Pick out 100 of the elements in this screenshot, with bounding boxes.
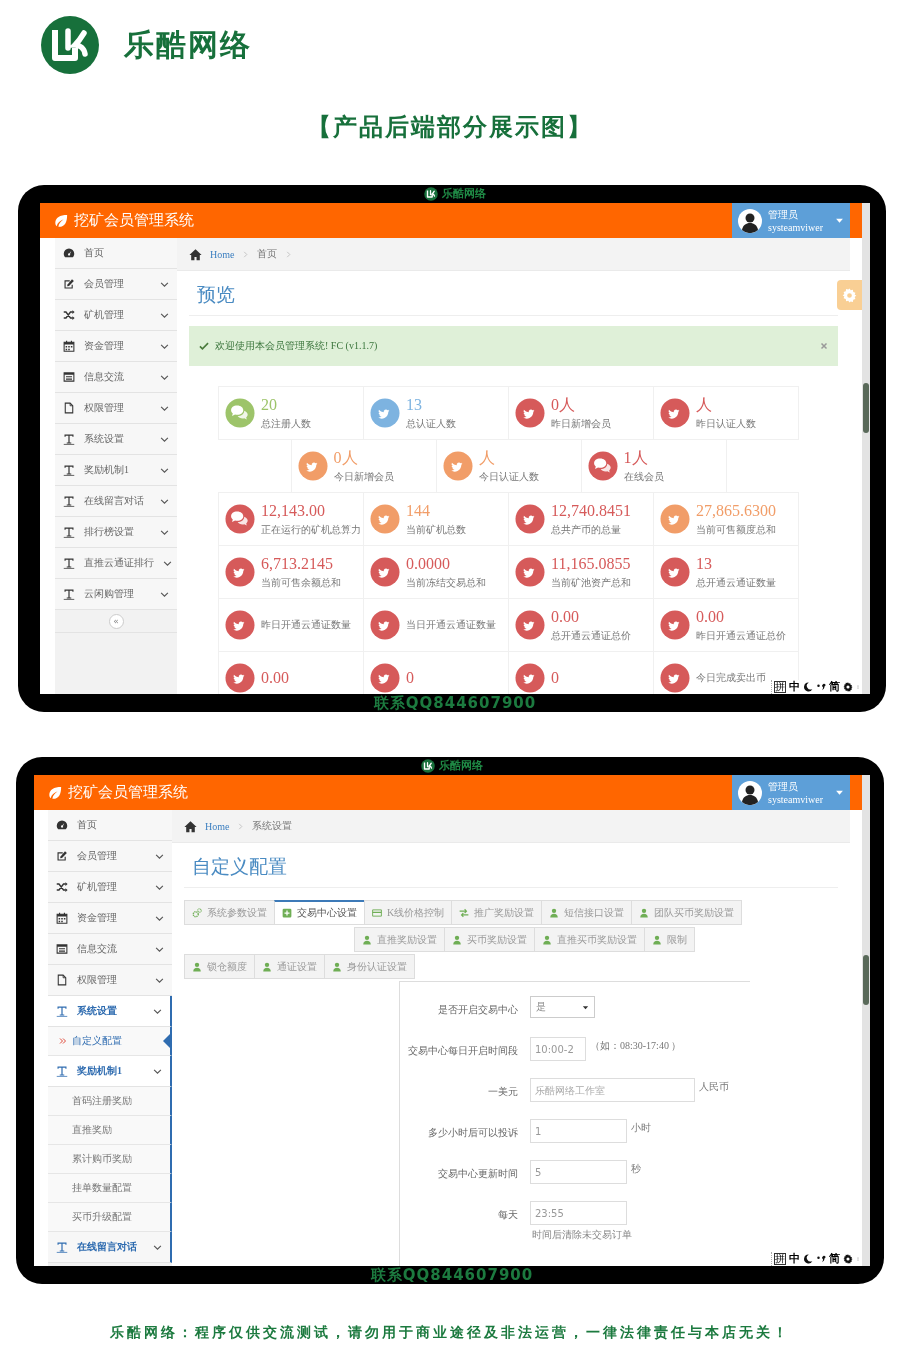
- scrollbar[interactable]: [862, 203, 870, 694]
- list-icon: [63, 371, 75, 383]
- stat-label: 昨日开通云通证数量: [261, 618, 351, 632]
- moon-icon[interactable]: [803, 682, 813, 692]
- stat-value: 6,713.2145: [261, 554, 334, 573]
- home-icon[interactable]: [189, 247, 202, 261]
- moon-icon[interactable]: [803, 1254, 813, 1264]
- user-menu[interactable]: 管理员 systeamviwer: [732, 775, 850, 810]
- stat-label: 正在运行的矿机总算力: [261, 522, 361, 537]
- text-icon: [56, 1065, 68, 1077]
- input-field[interactable]: 10:00-2: [530, 1037, 586, 1061]
- sidebar-item[interactable]: 在线留言对话: [55, 486, 177, 517]
- sidebar-subitem[interactable]: 买币升级配置: [48, 1203, 172, 1232]
- home-icon[interactable]: [184, 819, 197, 833]
- form-label: 一美元: [487, 1085, 518, 1099]
- user-menu[interactable]: 管理员 systeamviwer: [732, 203, 850, 238]
- caret-icon: [835, 216, 844, 225]
- sidebar-item[interactable]: 在线留言对话: [48, 1232, 172, 1263]
- stat-value: 12,740.8451: [551, 501, 631, 520]
- stat-label: 总注册人数: [261, 416, 311, 431]
- avatar-icon: [738, 780, 762, 805]
- stat-label: 总开通云通证总价: [551, 628, 631, 643]
- sidebar-item[interactable]: 排行榜设置: [55, 517, 177, 548]
- sidebar-subitem[interactable]: 挂单数量配置: [48, 1174, 172, 1203]
- sidebar-item[interactable]: 资金管理: [48, 903, 172, 934]
- stat-value: 0: [551, 669, 559, 687]
- ime-key[interactable]: 拼: [774, 1253, 786, 1265]
- input-field[interactable]: 5: [530, 1160, 627, 1184]
- sidebar-item[interactable]: 矿机管理: [48, 872, 172, 903]
- sidebar-item[interactable]: 系统设置: [48, 996, 172, 1027]
- breadcrumb-link[interactable]: Home: [205, 820, 230, 832]
- breadcrumb-link[interactable]: Home: [210, 248, 235, 260]
- sidebar-item[interactable]: 系统设置: [55, 424, 177, 455]
- select-field[interactable]: 是: [530, 996, 595, 1018]
- edit-icon: [56, 850, 68, 862]
- app-title: 挖矿会员管理系统: [74, 211, 195, 230]
- sidebar-item[interactable]: 权限管理: [48, 965, 172, 996]
- logo-icon: [421, 759, 435, 773]
- breadcrumb-item: 首页: [257, 247, 278, 261]
- sidebar-subitem[interactable]: 自定义配置: [48, 1027, 172, 1056]
- sidebar-item[interactable]: 首页: [55, 238, 177, 269]
- input-field[interactable]: 23:55: [530, 1201, 627, 1225]
- form-label: 交易中心更新时间: [437, 1167, 518, 1181]
- sidebar-item[interactable]: 资金管理: [55, 331, 177, 362]
- app-title: 挖矿会员管理系统: [68, 783, 189, 802]
- stat-label: 当前可售额度总和: [696, 522, 776, 537]
- sidebar-item[interactable]: 信息交流: [55, 362, 177, 393]
- sidebar-item[interactable]: 会员管理: [48, 841, 172, 872]
- sidebar-item[interactable]: 直推云通证排行: [55, 548, 177, 579]
- sidebar-item[interactable]: 奖励机制1: [55, 455, 177, 486]
- stat-value: 27,865.6300: [696, 501, 776, 520]
- arrows-icon: [459, 907, 470, 918]
- stat-label: 昨日开通云通证总价: [696, 628, 786, 643]
- settings-icon[interactable]: [843, 682, 853, 692]
- form-label: 每天: [497, 1208, 518, 1222]
- stat-label: 当前矿机总数: [406, 522, 466, 537]
- sidebar-item[interactable]: 奖励机制1: [48, 1056, 172, 1087]
- sidebar-item[interactable]: 矿机管理: [55, 300, 177, 331]
- punctuation-icon[interactable]: [816, 1254, 826, 1264]
- user-icon: [362, 934, 372, 945]
- stat-value: 0.00: [551, 607, 580, 626]
- edit-icon: [63, 278, 75, 290]
- stat-label: 总开通云通证数量: [696, 575, 776, 590]
- sidebar-item[interactable]: 云闲购管理: [55, 579, 177, 610]
- input-field[interactable]: 乐酷网络工作室: [530, 1078, 695, 1102]
- ime-label[interactable]: 中: [789, 1253, 800, 1265]
- ime-label[interactable]: 中: [789, 681, 800, 693]
- page-title: 自定义配置: [192, 855, 288, 879]
- pointer-icon: [163, 1033, 170, 1049]
- scrollbar-thumb[interactable]: [863, 383, 869, 433]
- caret-icon: [582, 1003, 589, 1011]
- sidebar-item[interactable]: 首页: [48, 810, 172, 841]
- scrollbar[interactable]: [862, 775, 870, 1266]
- text-icon: [63, 433, 75, 445]
- logo-icon: [40, 15, 100, 75]
- stat-value: 人: [696, 395, 713, 414]
- punctuation-icon[interactable]: [816, 682, 826, 692]
- sidebar-subitem[interactable]: 首码注册奖励: [48, 1087, 172, 1116]
- alert-text: 欢迎使用本会员管理系统! FC (v1.1.7): [215, 339, 379, 353]
- sidebar-subitem[interactable]: 直推奖励: [48, 1116, 172, 1145]
- input-field[interactable]: 1: [530, 1119, 627, 1143]
- ime-label[interactable]: 简: [829, 681, 840, 693]
- stat-value: 20: [261, 395, 278, 414]
- help-text: 时间后清除未交易订单: [532, 1228, 632, 1242]
- ime-label[interactable]: 简: [829, 1253, 840, 1265]
- leaf-icon: [48, 785, 62, 800]
- sidebar-item[interactable]: 会员管理: [55, 269, 177, 300]
- sidebar-item[interactable]: 权限管理: [55, 393, 177, 424]
- scrollbar-thumb[interactable]: [863, 955, 869, 1005]
- field-suffix: （如：08:30-17:40 ）: [590, 1039, 682, 1053]
- text-icon: [63, 557, 75, 569]
- stat-label: 今日认证人数: [478, 469, 539, 484]
- collapse-button[interactable]: «: [108, 613, 124, 629]
- sidebar-subitem[interactable]: 累计购币奖励: [48, 1145, 172, 1174]
- sidebar-item[interactable]: 信息交流: [48, 934, 172, 965]
- ime-key[interactable]: 拼: [774, 681, 786, 693]
- tab[interactable]: 交易中心设置: [274, 900, 365, 925]
- form-label: 是否开启交易中心: [437, 1003, 518, 1017]
- settings-icon[interactable]: [843, 1254, 853, 1264]
- breadcrumb-item: 系统设置: [252, 819, 293, 833]
